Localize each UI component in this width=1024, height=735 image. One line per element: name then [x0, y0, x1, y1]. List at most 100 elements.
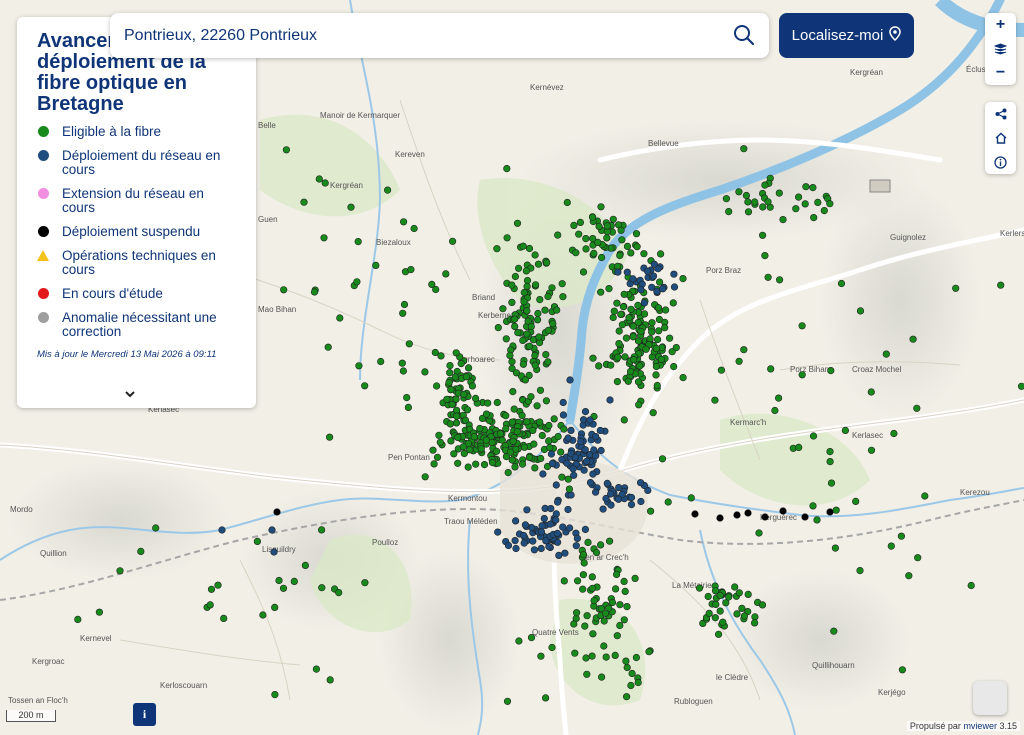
fiber-point[interactable] [570, 221, 578, 229]
fiber-point[interactable] [897, 532, 906, 540]
fiber-point[interactable] [555, 551, 563, 560]
fiber-point[interactable] [522, 267, 531, 275]
fiber-point[interactable] [750, 619, 759, 627]
fiber-point[interactable] [801, 200, 809, 208]
fiber-point[interactable] [206, 601, 214, 609]
fiber-point[interactable] [867, 388, 875, 396]
fiber-point[interactable] [577, 437, 585, 446]
fiber-point[interactable] [652, 371, 660, 379]
fiber-point[interactable] [459, 443, 467, 451]
fiber-point[interactable] [443, 395, 451, 403]
fiber-point[interactable] [432, 285, 440, 294]
fiber-point[interactable] [463, 406, 472, 414]
fiber-point[interactable] [795, 443, 803, 452]
fiber-point[interactable] [691, 510, 699, 518]
fiber-point[interactable] [618, 236, 626, 244]
fiber-point[interactable] [270, 548, 278, 556]
fiber-point[interactable] [564, 505, 572, 514]
fiber-point[interactable] [614, 268, 622, 276]
fiber-point[interactable] [560, 577, 568, 585]
fiber-point[interactable] [613, 299, 621, 307]
fiber-point[interactable] [523, 307, 531, 315]
fiber-point[interactable] [519, 242, 527, 250]
fiber-point[interactable] [841, 426, 850, 435]
fiber-point[interactable] [534, 309, 542, 318]
fiber-point[interactable] [452, 395, 460, 403]
fiber-point[interactable] [446, 420, 455, 428]
fiber-point[interactable] [774, 394, 783, 402]
fiber-point[interactable] [404, 403, 413, 412]
fiber-point[interactable] [320, 234, 328, 242]
fiber-point[interactable] [596, 541, 605, 549]
fiber-point[interactable] [512, 544, 520, 553]
fiber-point[interactable] [704, 592, 712, 601]
fiber-point[interactable] [623, 268, 631, 276]
fiber-point[interactable] [619, 303, 628, 311]
fiber-point[interactable] [564, 434, 572, 442]
fiber-point[interactable] [733, 610, 741, 618]
fiber-point[interactable] [544, 358, 552, 366]
fiber-point[interactable] [465, 364, 473, 372]
fiber-point[interactable] [533, 402, 541, 410]
fiber-point[interactable] [498, 436, 506, 444]
fiber-point[interactable] [582, 245, 590, 253]
fiber-point[interactable] [605, 285, 613, 293]
fiber-point[interactable] [275, 576, 283, 585]
fiber-point[interactable] [827, 479, 836, 487]
fiber-point[interactable] [377, 357, 385, 366]
fiber-point[interactable] [775, 189, 783, 197]
fiber-point[interactable] [503, 697, 512, 705]
fiber-point[interactable] [630, 356, 638, 364]
fiber-point[interactable] [442, 270, 450, 278]
fiber-point[interactable] [643, 267, 652, 275]
fiber-point[interactable] [649, 409, 657, 417]
fiber-point[interactable] [504, 541, 513, 550]
fiber-point[interactable] [646, 335, 654, 343]
fiber-point[interactable] [653, 335, 662, 344]
fiber-point[interactable] [909, 335, 917, 343]
fiber-point[interactable] [615, 327, 623, 335]
fiber-point[interactable] [711, 587, 720, 595]
fiber-point[interactable] [616, 251, 624, 260]
fiber-point[interactable] [460, 390, 468, 399]
fiber-point[interactable] [725, 593, 733, 601]
fiber-point[interactable] [614, 353, 622, 361]
fiber-point[interactable] [620, 616, 628, 624]
fiber-point[interactable] [513, 219, 522, 227]
fiber-point[interactable] [563, 459, 571, 467]
fiber-point[interactable] [520, 531, 528, 540]
fiber-point[interactable] [398, 359, 406, 367]
fiber-point[interactable] [627, 249, 635, 257]
fiber-point[interactable] [315, 175, 323, 183]
fiber-point[interactable] [326, 676, 334, 684]
fiber-point[interactable] [429, 446, 437, 454]
fiber-point[interactable] [615, 340, 623, 348]
fiber-point[interactable] [735, 357, 743, 365]
fiber-point[interactable] [519, 360, 528, 368]
fiber-point[interactable] [634, 678, 642, 687]
fiber-point[interactable] [672, 344, 680, 352]
fiber-point[interactable] [494, 324, 502, 332]
fiber-point[interactable] [882, 350, 890, 358]
fiber-point[interactable] [579, 551, 588, 559]
fiber-point[interactable] [608, 598, 617, 607]
fiber-point[interactable] [575, 230, 583, 238]
fiber-point[interactable] [504, 469, 512, 477]
fiber-point[interactable] [546, 520, 554, 528]
fiber-point[interactable] [794, 193, 803, 201]
fiber-point[interactable] [637, 327, 645, 336]
fiber-point[interactable] [453, 412, 461, 420]
fiber-point[interactable] [508, 418, 516, 426]
fiber-point[interactable] [137, 547, 145, 556]
fiber-point[interactable] [583, 612, 591, 620]
fiber-point[interactable] [670, 363, 678, 371]
fiber-point[interactable] [538, 431, 546, 440]
fiber-point[interactable] [279, 584, 288, 592]
fiber-point[interactable] [613, 632, 621, 640]
fiber-point[interactable] [447, 386, 455, 394]
fiber-point[interactable] [484, 399, 492, 407]
fiber-point[interactable] [716, 607, 724, 615]
fiber-point[interactable] [612, 570, 621, 579]
fiber-point[interactable] [735, 589, 743, 597]
fiber-point[interactable] [214, 581, 222, 589]
